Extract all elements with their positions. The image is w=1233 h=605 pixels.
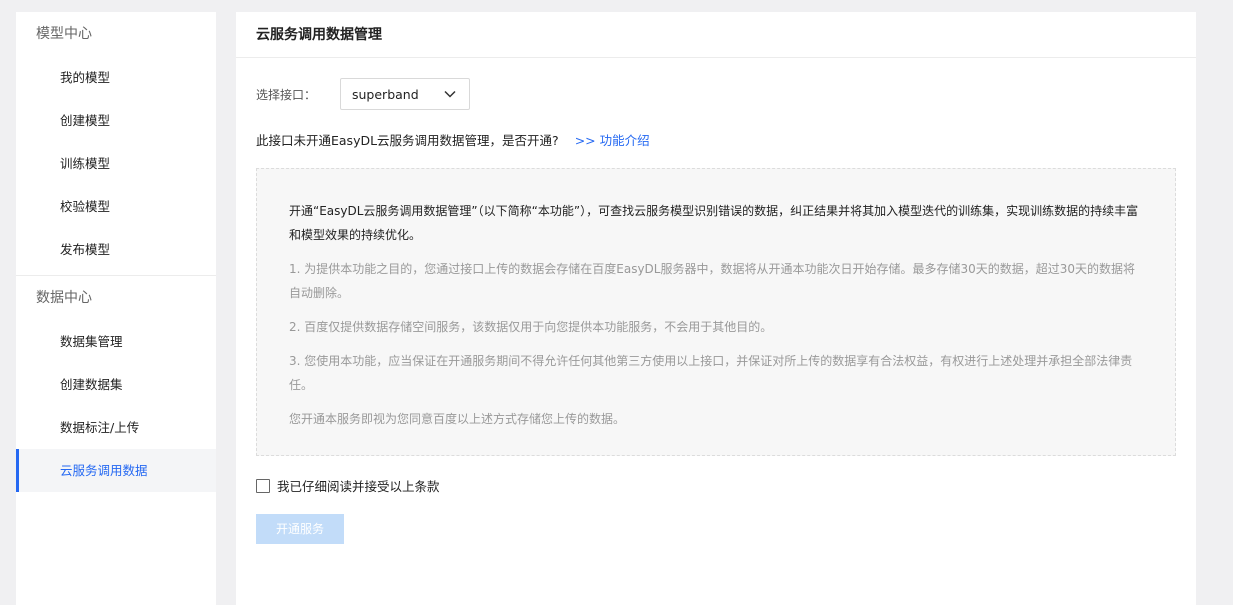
- interface-select-row: 选择接口： superband: [256, 78, 470, 110]
- agree-checkbox[interactable]: [256, 478, 270, 493]
- sidebar-item-create-dataset[interactable]: 创建数据集: [16, 363, 216, 406]
- terms-item: 2. 百度仅提供数据存储空间服务，该数据仅用于向您提供本功能服务，不会用于其他目…: [289, 320, 773, 334]
- sidebar-section-data-center: 数据中心: [16, 275, 216, 320]
- sidebar-section-model-center: 模型中心: [36, 26, 92, 42]
- activation-notice: 此接口未开通EasyDL云服务调用数据管理，是否开通? >> 功能介绍: [256, 130, 650, 149]
- terms-lead: 开通“EasyDL云服务调用数据管理”（以下简称“本功能”），可查找云服务模型识…: [289, 204, 1139, 242]
- interface-select-label: 选择接口：: [256, 87, 317, 102]
- interface-select[interactable]: superband: [340, 78, 470, 110]
- sidebar-item-validate-model[interactable]: 校验模型: [16, 185, 216, 228]
- notice-text: 此接口未开通EasyDL云服务调用数据管理，是否开通?: [256, 133, 559, 148]
- main-panel: 云服务调用数据管理 选择接口： superband 此接口未开通EasyDL云服…: [236, 12, 1196, 605]
- terms-item: 3. 您使用本功能，应当保证在开通服务期间不得允许任何其他第三方使用以上接口，并…: [289, 354, 1133, 392]
- sidebar-item-cloud-service-call-data[interactable]: 云服务调用数据: [16, 449, 216, 492]
- terms-consent: 您开通本服务即视为您同意百度以上述方式存储您上传的数据。: [289, 412, 626, 426]
- sidebar-item-create-model[interactable]: 创建模型: [16, 99, 216, 142]
- agree-row: 我已仔细阅读并接受以上条款: [256, 476, 440, 495]
- sidebar-item-train-model[interactable]: 训练模型: [16, 142, 216, 185]
- chevron-down-icon: [444, 90, 456, 98]
- sidebar-item-my-models[interactable]: 我的模型: [16, 56, 216, 99]
- agree-label[interactable]: 我已仔细阅读并接受以上条款: [277, 476, 440, 495]
- activate-service-button[interactable]: 开通服务: [256, 514, 344, 544]
- page-title: 云服务调用数据管理: [236, 12, 1196, 58]
- terms-box: 开通“EasyDL云服务调用数据管理”（以下简称“本功能”），可查找云服务模型识…: [256, 168, 1176, 456]
- sidebar-item-data-annotation-upload[interactable]: 数据标注/上传: [16, 406, 216, 449]
- sidebar-item-publish-model[interactable]: 发布模型: [16, 228, 216, 271]
- feature-intro-link[interactable]: >> 功能介绍: [575, 130, 650, 149]
- interface-select-value: superband: [352, 86, 419, 102]
- sidebar: 模型中心 我的模型 创建模型 训练模型 校验模型 发布模型 数据中心 数据集管理…: [16, 12, 216, 605]
- terms-item: 1. 为提供本功能之目的，您通过接口上传的数据会存储在百度EasyDL服务器中，…: [289, 262, 1136, 300]
- sidebar-item-dataset-management[interactable]: 数据集管理: [16, 320, 216, 363]
